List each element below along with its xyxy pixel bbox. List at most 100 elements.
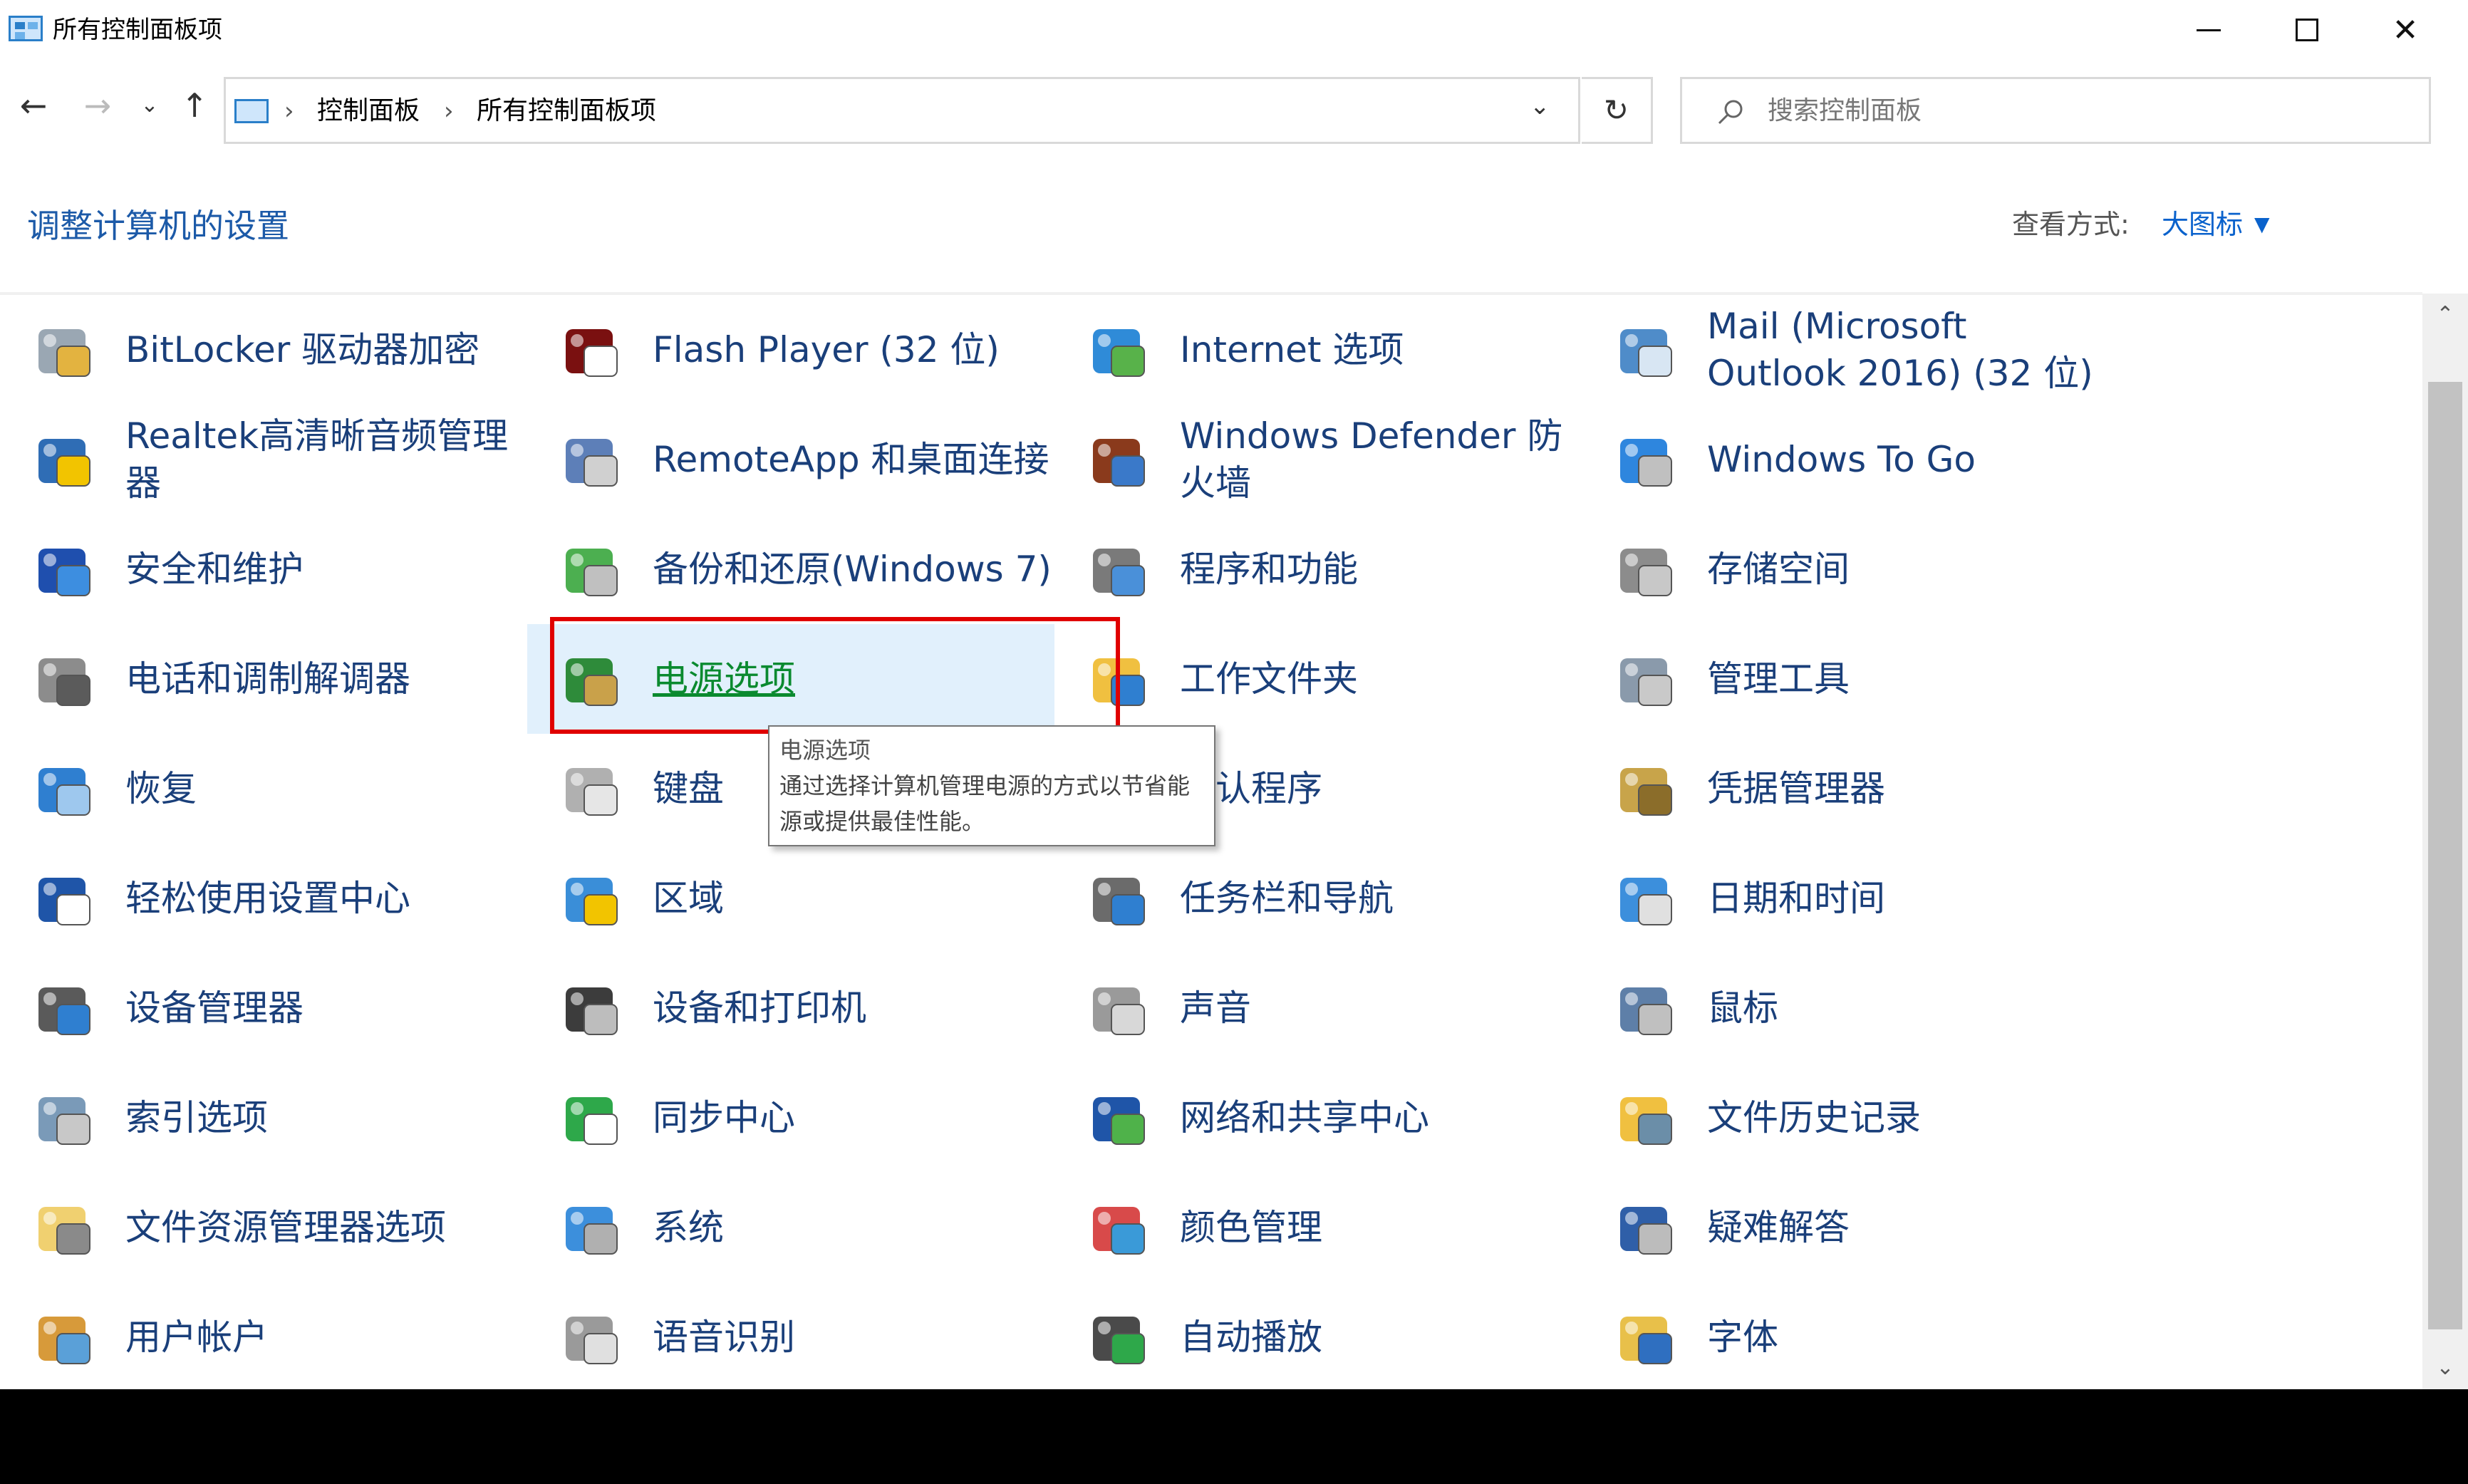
control-panel-item-label[interactable]: 存储空间 [1707,514,2106,624]
control-panel-item[interactable]: Realtek高清晰音频管理器 [0,405,527,514]
control-panel-item-label[interactable]: BitLocker 驱动器加密 [125,295,524,405]
control-panel-item-label[interactable]: 默认程序 [1180,734,1579,844]
control-panel-item-label[interactable]: 字体 [1707,1282,2106,1392]
control-panel-item[interactable]: RemoteApp 和桌面连接 [527,405,1054,514]
control-panel-item[interactable]: 文件历史记录 [1582,1063,2109,1173]
control-panel-item-label[interactable]: 声音 [1180,953,1579,1063]
control-panel-item-label[interactable]: 区域 [653,844,1052,953]
control-panel-item[interactable]: 设备和打印机 [527,953,1054,1063]
control-panel-item-label[interactable]: 语音识别 [653,1282,1052,1392]
back-button[interactable]: ← [10,84,57,127]
control-panel-item[interactable]: 颜色管理 [1054,1173,1582,1282]
refresh-button[interactable]: ↻ [1582,77,1653,144]
breadcrumb-control-panel[interactable]: 控制面板 [317,95,420,128]
control-panel-item-label[interactable]: 疑难解答 [1707,1173,2106,1282]
color-management-icon [1093,1207,1145,1255]
control-panel-item-label[interactable]: 文件历史记录 [1707,1063,2106,1173]
control-panel-item[interactable]: 任务栏和导航 [1054,844,1582,953]
maximize-button[interactable] [2257,0,2357,60]
control-panel-item-label[interactable]: 电话和调制解调器 [125,624,524,734]
control-panel-item[interactable]: 工作文件夹 [1054,624,1582,734]
control-panel-item[interactable]: Internet 选项 [1054,295,1582,405]
control-panel-item-label[interactable]: 索引选项 [125,1063,524,1173]
control-panel-item[interactable]: Windows Defender 防火墙 [1054,405,1582,514]
control-panel-item-label[interactable]: 任务栏和导航 [1180,844,1579,953]
control-panel-item[interactable]: 系统 [527,1173,1054,1282]
close-button[interactable]: ✕ [2355,0,2455,60]
control-panel-item-label[interactable]: 恢复 [125,734,524,844]
control-panel-item[interactable]: 程序和功能 [1054,514,1582,624]
breadcrumb-separator[interactable]: › [444,95,454,128]
control-panel-item-label[interactable]: 轻松使用设置中心 [125,844,524,953]
control-panel-item[interactable]: 疑难解答 [1582,1173,2109,1282]
scroll-thumb[interactable] [2428,382,2462,1329]
control-panel-item-label[interactable]: 设备管理器 [125,953,524,1063]
control-panel-item[interactable]: 存储空间 [1582,514,2109,624]
control-panel-item-label[interactable]: 系统 [653,1173,1052,1282]
control-panel-item-label[interactable]: 网络和共享中心 [1180,1063,1579,1173]
control-panel-item[interactable]: 用户帐户 [0,1282,527,1392]
scroll-down-icon[interactable]: ⌄ [2422,1347,2468,1389]
control-panel-item-label[interactable]: Windows To Go [1707,405,2106,514]
forward-button[interactable]: → [74,84,121,127]
control-panel-item[interactable]: 语音识别 [527,1282,1054,1392]
control-panel-item-label[interactable]: 管理工具 [1707,624,2106,734]
control-panel-item-label[interactable]: 工作文件夹 [1180,624,1579,734]
control-panel-item[interactable]: 鼠标 [1582,953,2109,1063]
up-button[interactable]: ↑ [171,84,218,127]
control-panel-item[interactable]: 日期和时间 [1582,844,2109,953]
control-panel-item-label[interactable]: 日期和时间 [1707,844,2106,953]
caret-down-icon[interactable]: ▼ [2254,205,2270,244]
control-panel-item-label[interactable]: 备份和还原(Windows 7) [653,514,1052,624]
control-panel-item-label[interactable]: 颜色管理 [1180,1173,1579,1282]
control-panel-item[interactable]: 文件资源管理器选项 [0,1173,527,1282]
control-panel-item[interactable]: 索引选项 [0,1063,527,1173]
control-panel-item-label[interactable]: 文件资源管理器选项 [125,1173,524,1282]
control-panel-item[interactable]: 设备管理器 [0,953,527,1063]
control-panel-item[interactable]: 管理工具 [1582,624,2109,734]
control-panel-item-label[interactable]: 程序和功能 [1180,514,1579,624]
control-panel-item[interactable]: 声音 [1054,953,1582,1063]
control-panel-item[interactable]: 凭据管理器 [1582,734,2109,844]
control-panel-item[interactable]: 网络和共享中心 [1054,1063,1582,1173]
control-panel-item-label[interactable]: Windows Defender 防火墙 [1180,405,1579,514]
control-panel-item[interactable]: 备份和还原(Windows 7) [527,514,1054,624]
control-panel-item[interactable]: 自动播放 [1054,1282,1582,1392]
control-panel-item[interactable]: BitLocker 驱动器加密 [0,295,527,405]
control-panel-item-label[interactable]: 鼠标 [1707,953,2106,1063]
control-panel-item-label[interactable]: Internet 选项 [1180,295,1579,405]
control-panel-item-label[interactable]: RemoteApp 和桌面连接 [653,405,1052,514]
control-panel-item-label[interactable]: Realtek高清晰音频管理器 [125,405,524,514]
view-by-dropdown[interactable]: 大图标 [2162,205,2243,244]
recent-locations-button[interactable]: ⌄ [135,84,164,127]
control-panel-item[interactable]: Windows To Go [1582,405,2109,514]
control-panel-item[interactable]: 轻松使用设置中心 [0,844,527,953]
control-panel-item-label[interactable]: 用户帐户 [125,1282,524,1392]
control-panel-item[interactable]: Mail (Microsoft Outlook 2016) (32 位) [1582,295,2109,405]
chevron-down-icon[interactable]: ⌄ [1530,92,1550,120]
control-panel-item-label[interactable]: 安全和维护 [125,514,524,624]
control-panel-item-label[interactable]: 设备和打印机 [653,953,1052,1063]
address-bar[interactable]: › 控制面板 › 所有控制面板项 ⌄ [224,77,1580,144]
control-panel-item[interactable]: 同步中心 [527,1063,1054,1173]
sound-icon [1093,987,1145,1035]
breadcrumb-all-items[interactable]: 所有控制面板项 [477,95,656,128]
breadcrumb-separator[interactable]: › [284,95,294,128]
control-panel-item-label[interactable]: Mail (Microsoft Outlook 2016) (32 位) [1707,295,2106,405]
control-panel-item-label[interactable]: Flash Player (32 位) [653,295,1052,405]
user-accounts-icon [38,1317,90,1364]
control-panel-item-label[interactable]: 同步中心 [653,1063,1052,1173]
control-panel-item[interactable]: 恢复 [0,734,527,844]
indexing-icon [38,1097,90,1145]
control-panel-item[interactable]: Flash Player (32 位) [527,295,1054,405]
search-input[interactable]: 搜索控制面板 [1680,77,2431,144]
control-panel-item-label[interactable]: 凭据管理器 [1707,734,2106,844]
minimize-button[interactable] [2159,0,2259,60]
scroll-up-icon[interactable]: ⌃ [2422,294,2468,336]
control-panel-item[interactable]: 电话和调制解调器 [0,624,527,734]
control-panel-item-label[interactable]: 自动播放 [1180,1282,1579,1392]
vertical-scrollbar[interactable]: ⌃ ⌄ [2422,294,2468,1389]
control-panel-item[interactable]: 区域 [527,844,1054,953]
control-panel-item[interactable]: 安全和维护 [0,514,527,624]
control-panel-item[interactable]: 字体 [1582,1282,2109,1392]
